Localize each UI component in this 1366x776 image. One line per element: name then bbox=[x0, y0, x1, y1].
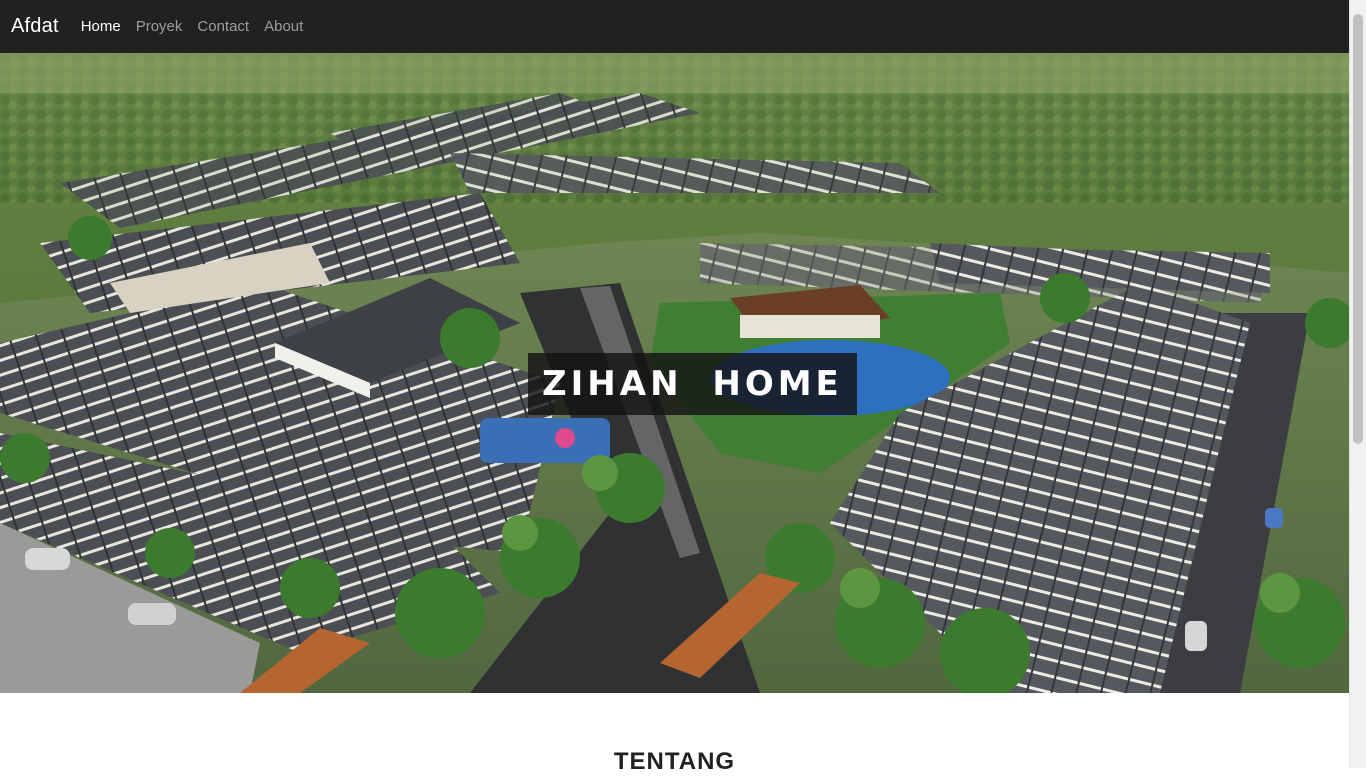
nav-link-about[interactable]: About bbox=[264, 18, 303, 35]
top-navbar: Afdat Home Proyek Contact About bbox=[0, 0, 1349, 53]
page-scrollbar[interactable] bbox=[1349, 0, 1366, 768]
nav-link-contact[interactable]: Contact bbox=[197, 18, 249, 35]
hero-banner: ZIHAN HOME bbox=[0, 53, 1349, 693]
brand-link[interactable]: Afdat bbox=[11, 15, 59, 38]
nav-link-proyek[interactable]: Proyek bbox=[136, 18, 183, 35]
hero-title-wrap: ZIHAN HOME bbox=[528, 353, 857, 415]
hero-title: ZIHAN HOME bbox=[528, 353, 857, 415]
about-section-heading: TENTANG bbox=[613, 748, 736, 775]
scrollbar-thumb[interactable] bbox=[1353, 14, 1363, 444]
nav-link-home[interactable]: Home bbox=[81, 18, 121, 35]
